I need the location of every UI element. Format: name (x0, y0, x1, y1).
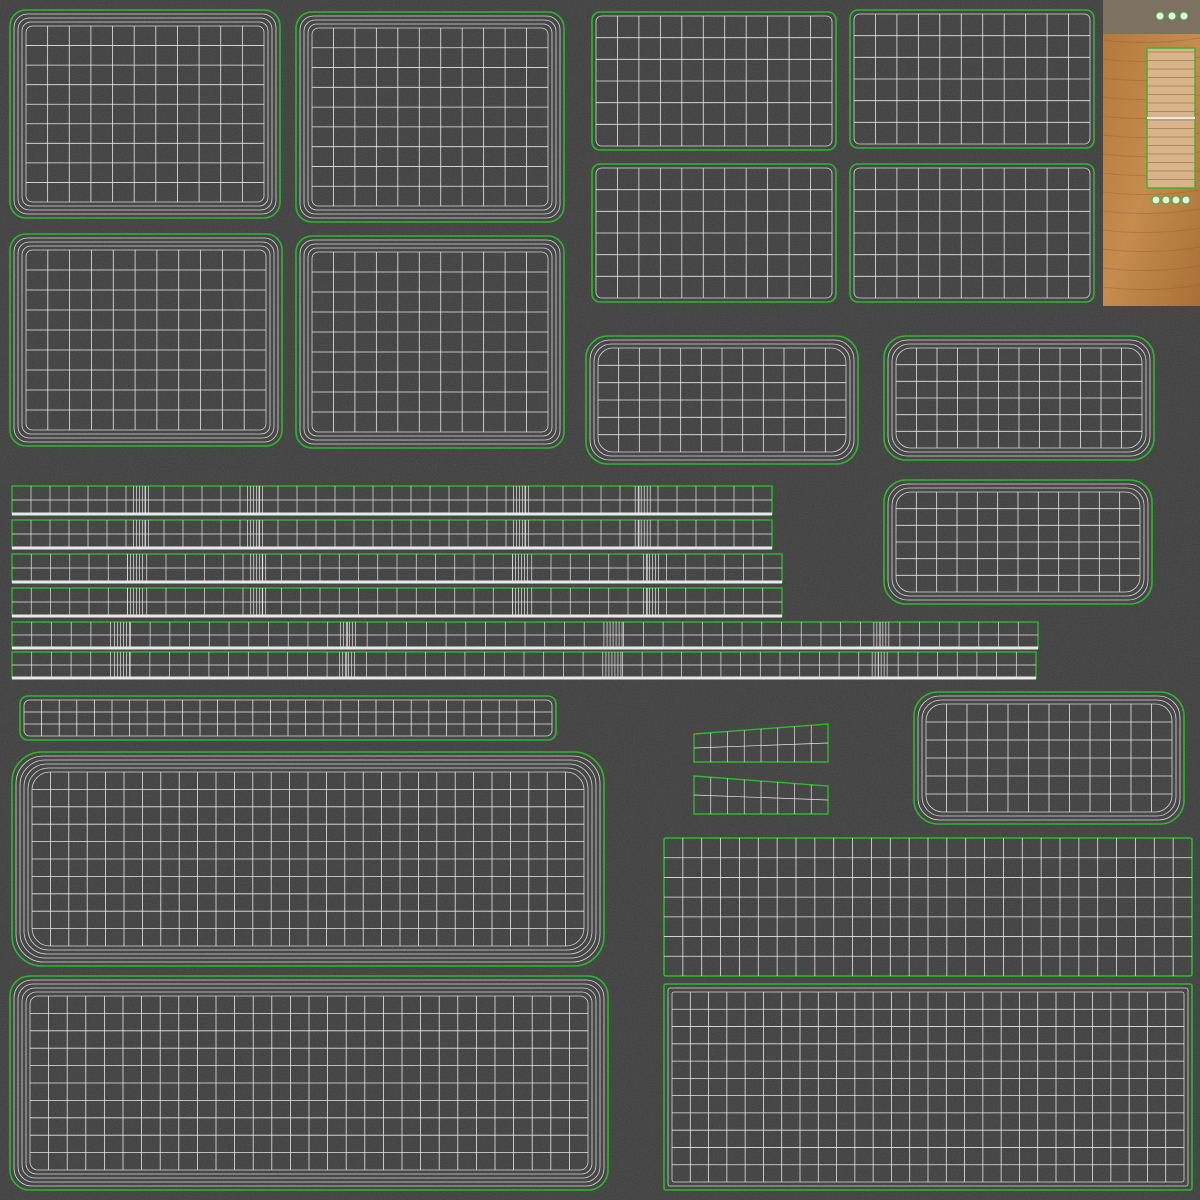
wood-texture-piece (1102, 0, 1200, 306)
uv-layout (0, 0, 1200, 1200)
strip-row-2 (11, 519, 773, 550)
strip-row-1 (11, 485, 773, 516)
strip-row-3 (11, 553, 783, 584)
strip-row-4 (11, 587, 783, 618)
